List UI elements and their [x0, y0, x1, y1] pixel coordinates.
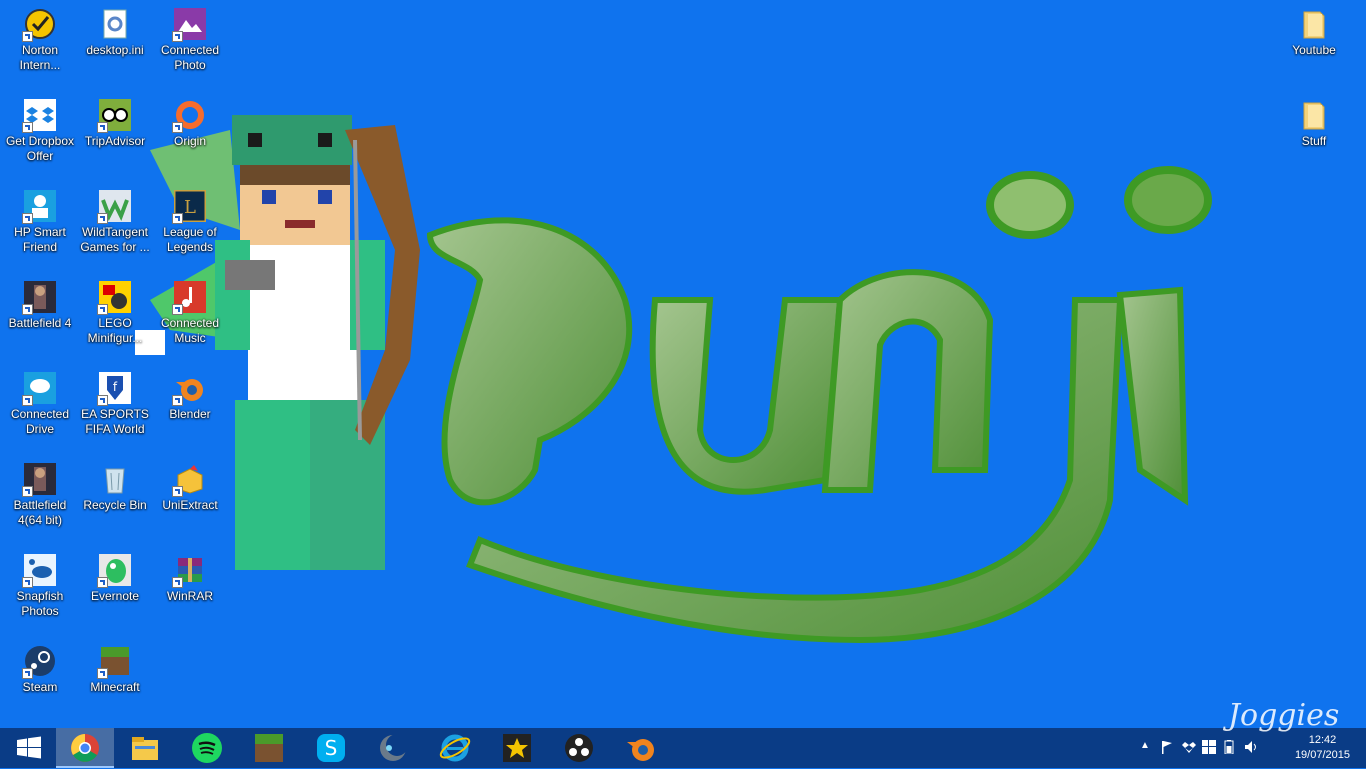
svg-text:L: L	[184, 197, 196, 218]
minecraft-icon	[253, 732, 285, 764]
minecraft-icon	[97, 645, 131, 679]
desktop-icon-connected-music[interactable]: Connected Music	[152, 273, 228, 346]
desktop-icon-tripadvisor[interactable]: TripAdvisor	[77, 91, 153, 149]
taskbar-file-explorer[interactable]	[116, 728, 174, 768]
taskbar-skype[interactable]: S	[302, 728, 360, 768]
wallpaper-letter-u	[649, 297, 844, 495]
desktop-icon-connected-photo[interactable]: Connected Photo	[152, 0, 228, 73]
box-icon	[172, 463, 206, 497]
fifa-icon: f	[97, 372, 131, 406]
blender-icon	[625, 732, 657, 764]
volume-icon[interactable]	[1244, 740, 1258, 754]
desktop-icon-blender[interactable]: Blender	[152, 364, 228, 422]
obs-icon	[563, 732, 595, 764]
taskbar-spotify[interactable]	[178, 728, 236, 768]
windows-start-icon	[13, 732, 45, 764]
recycle-bin-icon	[99, 463, 131, 495]
taskbar-obs[interactable]	[550, 728, 608, 768]
desktop-icon-league[interactable]: L League of Legends	[152, 182, 228, 255]
battlefield-icon	[22, 463, 56, 497]
dropbox-icon	[22, 99, 56, 133]
desktop-icon-dropbox[interactable]: Get Dropbox Offer	[2, 91, 78, 164]
chrome-icon	[69, 732, 101, 764]
desktop-icon-youtube-folder[interactable]: Youtube	[1276, 0, 1352, 58]
clock-time: 12:42	[1308, 734, 1337, 746]
svg-text:S: S	[325, 736, 338, 760]
show-hidden-icons-chevron-icon[interactable]: ▲	[1140, 740, 1154, 754]
origin-icon	[172, 99, 206, 133]
taskbar-wildtangent[interactable]	[364, 728, 422, 768]
desktop-icon-battlefield4[interactable]: Battlefield 4	[2, 273, 78, 331]
desktop-icon-winrar[interactable]: WinRAR	[152, 546, 228, 604]
battlefield-icon	[22, 281, 56, 315]
battery-icon[interactable]	[1222, 740, 1236, 755]
desktop-icon-evernote[interactable]: Evernote	[77, 546, 153, 604]
clock[interactable]: 12:42 19/07/2015	[1295, 733, 1350, 763]
start-button[interactable]	[0, 728, 56, 768]
desktop-icon-fifa[interactable]: f EA SPORTS FIFA World	[77, 364, 153, 437]
taskbar: S ▲ 12:42 19/07/2015	[0, 728, 1366, 768]
taskbar-minecraft[interactable]	[240, 728, 298, 768]
desktop-icon-uniextract[interactable]: UniExtract	[152, 455, 228, 513]
desktop-icon-minecraft[interactable]: Minecraft	[77, 637, 153, 695]
internet-explorer-icon	[439, 732, 471, 764]
norton-icon	[22, 8, 56, 42]
desktop-icon-wildtangent[interactable]: WildTangent Games for ...	[77, 182, 153, 255]
hp-music-icon	[172, 281, 206, 315]
desktop-icon-norton[interactable]: Norton Intern...	[2, 0, 78, 73]
desktop-icon-battlefield4-64[interactable]: Battlefield 4(64 bit)	[2, 455, 78, 528]
system-tray: ▲ 12:42 19/07/2015	[1136, 728, 1366, 768]
hp-photo-icon	[172, 8, 206, 42]
desktop-icon-lego[interactable]: LEGO Minifigur...	[77, 273, 153, 346]
dropbox-tray-icon[interactable]	[1182, 740, 1196, 754]
moon-icon	[377, 732, 409, 764]
desktop-icon-stuff-folder[interactable]: Stuff	[1276, 91, 1352, 149]
winrar-icon	[172, 554, 206, 588]
clock-date: 19/07/2015	[1294, 749, 1350, 761]
spotify-icon	[191, 732, 223, 764]
hp-smart-friend-icon	[22, 190, 56, 224]
snapfish-icon	[22, 554, 56, 588]
desktop-icon-connected-drive[interactable]: Connected Drive	[2, 364, 78, 437]
desktop-icon-hp-smart-friend[interactable]: HP Smart Friend	[2, 182, 78, 255]
desktop-icon-steam[interactable]: Steam	[2, 637, 78, 695]
movie-maker-icon	[501, 732, 533, 764]
lego-icon	[97, 281, 131, 315]
blender-icon	[172, 372, 206, 406]
wallpaper-letter-i	[1116, 286, 1189, 506]
hp-drive-icon	[22, 372, 56, 406]
taskbar-internet-explorer[interactable]	[426, 728, 484, 768]
taskbar-blender[interactable]	[612, 728, 670, 768]
watermark: Joggies	[1228, 698, 1340, 733]
action-center-flag-icon[interactable]	[1160, 740, 1174, 754]
desktop-icon-desktop-ini[interactable]: desktop.ini	[77, 0, 153, 58]
wallpaper-dot-2	[1124, 166, 1212, 234]
desktop-icon-recycle-bin[interactable]: Recycle Bin	[77, 455, 153, 513]
taskbar-chrome[interactable]	[56, 728, 114, 768]
file-explorer-icon	[129, 732, 161, 764]
skype-icon: S	[315, 732, 347, 764]
league-of-legends-icon: L	[172, 188, 208, 224]
desktop-icon-snapfish[interactable]: Snapfish Photos	[2, 546, 78, 619]
evernote-icon	[97, 554, 131, 588]
windows-tray-icon[interactable]	[1202, 740, 1216, 754]
wallpaper-dot-1	[986, 171, 1074, 239]
folder-icon	[1298, 8, 1330, 40]
wildtangent-icon	[97, 190, 131, 224]
desktop-icon-origin[interactable]: Origin	[152, 91, 228, 149]
folder-icon	[1298, 99, 1330, 131]
settings-file-icon	[99, 8, 131, 40]
steam-icon	[22, 645, 56, 679]
tripadvisor-icon	[97, 99, 131, 133]
wallpaper-letter-n	[821, 269, 994, 493]
taskbar-movie-maker[interactable]	[488, 728, 546, 768]
